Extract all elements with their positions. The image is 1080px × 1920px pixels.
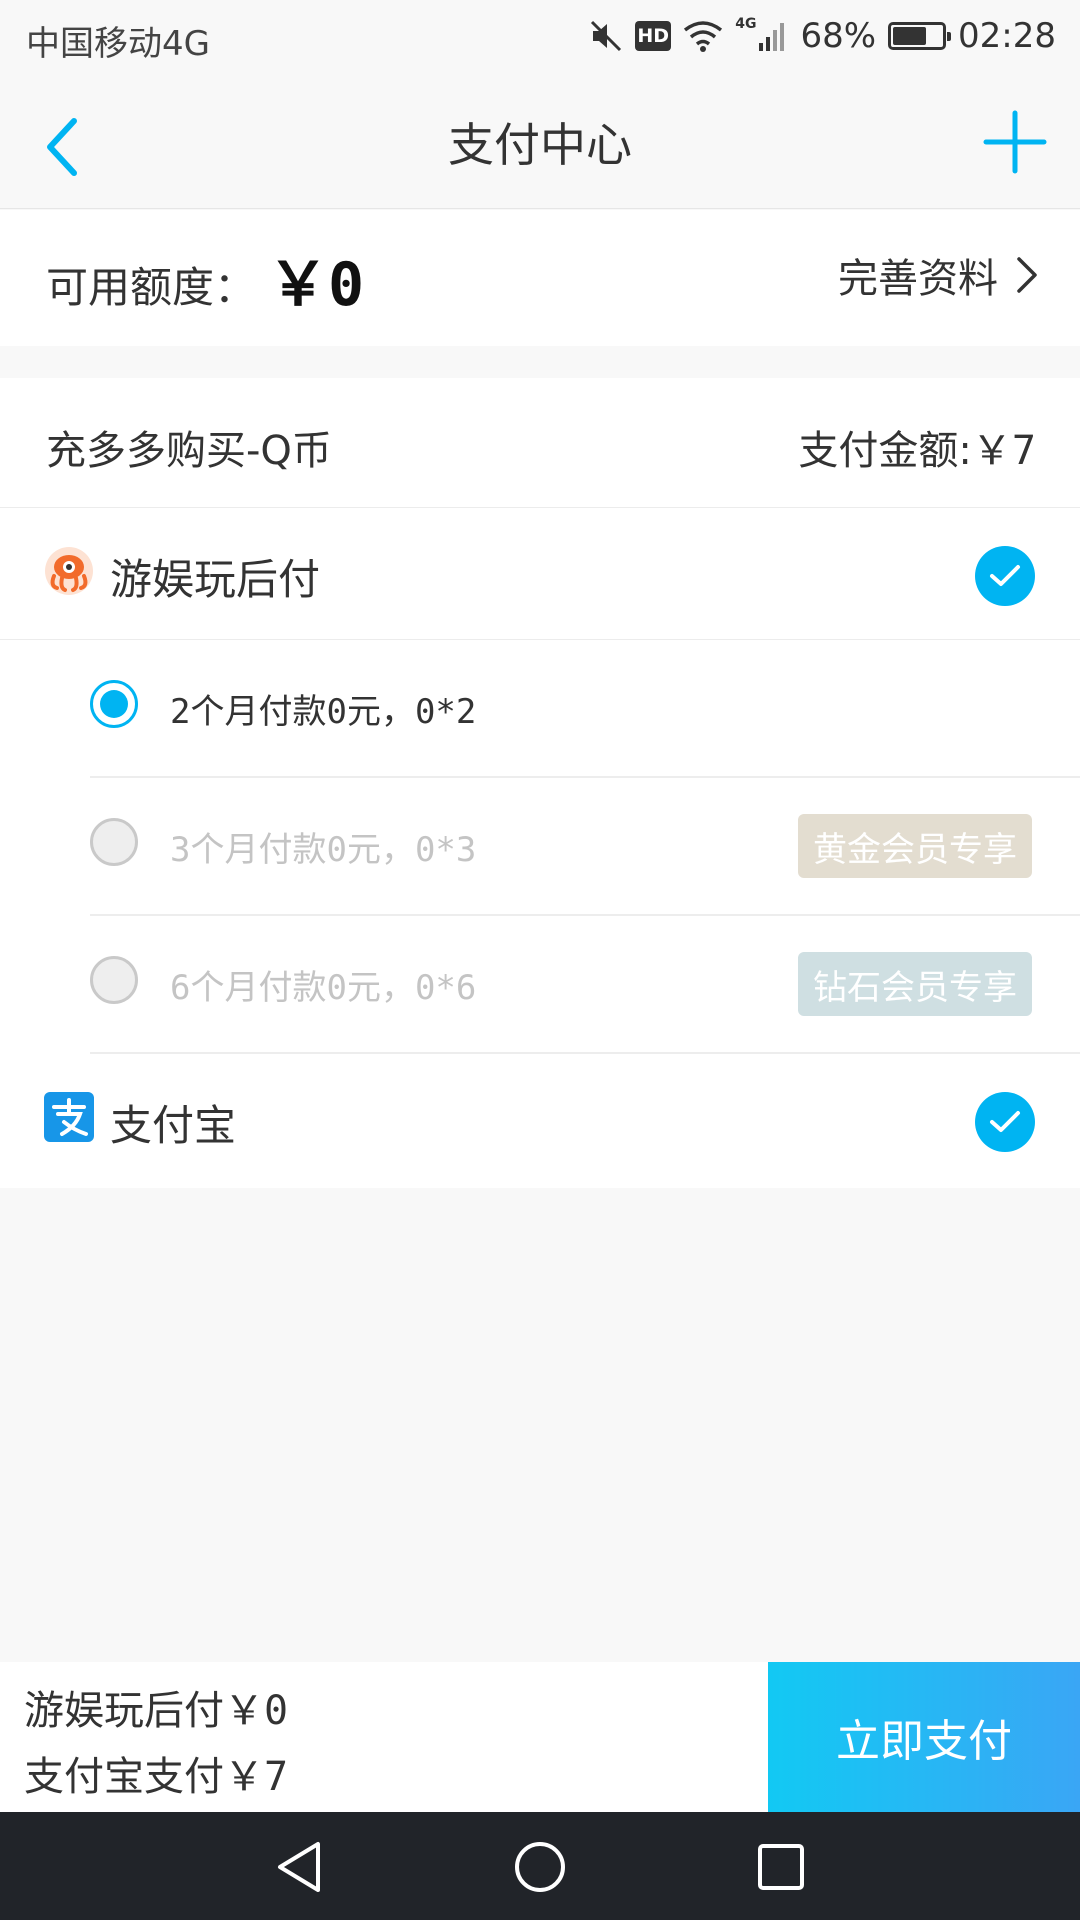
page-title: 支付中心	[448, 118, 632, 172]
status-icons: HD 4G 68% 02:28	[589, 14, 1056, 58]
mute-icon	[591, 20, 622, 52]
chevron-right-icon	[1017, 257, 1037, 293]
installment-check[interactable]	[975, 546, 1035, 606]
plan-text-3: 6个月付款0元，0*6	[170, 968, 477, 1008]
summary-installment-label: 游娱玩后付	[24, 1688, 224, 1734]
plus-icon	[983, 110, 1047, 174]
check-icon	[990, 565, 1020, 586]
plan-option-3[interactable]: 6个月付款0元，0*6 钻石会员专享	[90, 916, 1080, 1054]
complete-profile-link[interactable]: 完善资料	[838, 246, 1040, 304]
summary-alipay-label: 支付宝支付	[24, 1754, 224, 1800]
credit-value: ￥0	[268, 250, 365, 320]
plan-radio-3[interactable]	[90, 956, 138, 1004]
add-button[interactable]	[982, 109, 1048, 175]
method-installment-label: 游娱玩后付	[110, 555, 321, 604]
payment-card: 充多多购买-Q币 支付金额:￥7 游娱玩后付 2个月付款0元，0*2 3个月付款…	[0, 378, 1080, 1188]
method-installment[interactable]: 游娱玩后付	[0, 508, 1080, 640]
check-icon	[990, 1111, 1020, 1132]
pay-now-button[interactable]: 立即支付	[768, 1662, 1080, 1812]
alipay-logo-icon	[44, 1092, 94, 1142]
back-triangle-icon[interactable]	[270, 1838, 328, 1896]
hd-badge: HD	[635, 21, 672, 51]
payment-summary-bar: 游娱玩后付￥0 支付宝支付￥7 立即支付	[0, 1662, 1080, 1812]
battery-percent: 68%	[800, 16, 877, 56]
home-circle-icon[interactable]	[511, 1838, 569, 1896]
plan-radio-2[interactable]	[90, 818, 138, 866]
wifi-icon	[684, 21, 723, 52]
plan-option-1[interactable]: 2个月付款0元，0*2	[90, 640, 1080, 778]
plan-text-1: 2个月付款0元，0*2	[170, 692, 477, 732]
battery-icon	[888, 22, 952, 50]
gold-member-badge: 黄金会员专享	[798, 814, 1032, 878]
header: 支付中心	[0, 75, 1080, 209]
recents-square-icon[interactable]	[752, 1838, 810, 1896]
plan-text-2: 3个月付款0元，0*3	[170, 830, 477, 870]
octopus-logo-icon	[45, 547, 93, 595]
order-amount-value: ￥7	[971, 428, 1036, 474]
method-alipay[interactable]: 支付宝	[0, 1054, 1080, 1186]
carrier-label: 中国移动4G	[26, 24, 210, 64]
order-name: 充多多购买-Q币	[46, 428, 332, 474]
method-alipay-label: 支付宝	[110, 1101, 237, 1150]
network-type-label: 4G	[735, 16, 757, 32]
complete-profile-label: 完善资料	[838, 256, 998, 302]
alipay-check[interactable]	[975, 1092, 1035, 1152]
summary-installment-amount: ￥0	[224, 1688, 289, 1734]
summary-alipay-amount: ￥7	[224, 1754, 289, 1800]
battery-level	[893, 27, 926, 45]
summary-alipay: 支付宝支付￥7	[24, 1744, 288, 1802]
credit-row: 可用额度： ￥0 完善资料	[0, 210, 1080, 346]
summary-installment: 游娱玩后付￥0	[24, 1678, 288, 1736]
clock: 02:28	[958, 16, 1056, 56]
credit-label: 可用额度：	[46, 263, 257, 312]
order-row: 充多多购买-Q币 支付金额:￥7	[0, 378, 1080, 508]
signal-icon	[759, 23, 785, 51]
status-bar: 中国移动4G HD 4G 68% 02:28	[0, 0, 1080, 75]
order-amount-label: 支付金额:	[798, 428, 972, 474]
order-amount: 支付金额:￥7	[798, 418, 1036, 476]
plan-radio-1[interactable]	[90, 680, 138, 728]
plan-option-2[interactable]: 3个月付款0元，0*3 黄金会员专享	[90, 778, 1080, 916]
system-nav-bar	[0, 1812, 1080, 1920]
diamond-member-badge: 钻石会员专享	[798, 952, 1032, 1016]
